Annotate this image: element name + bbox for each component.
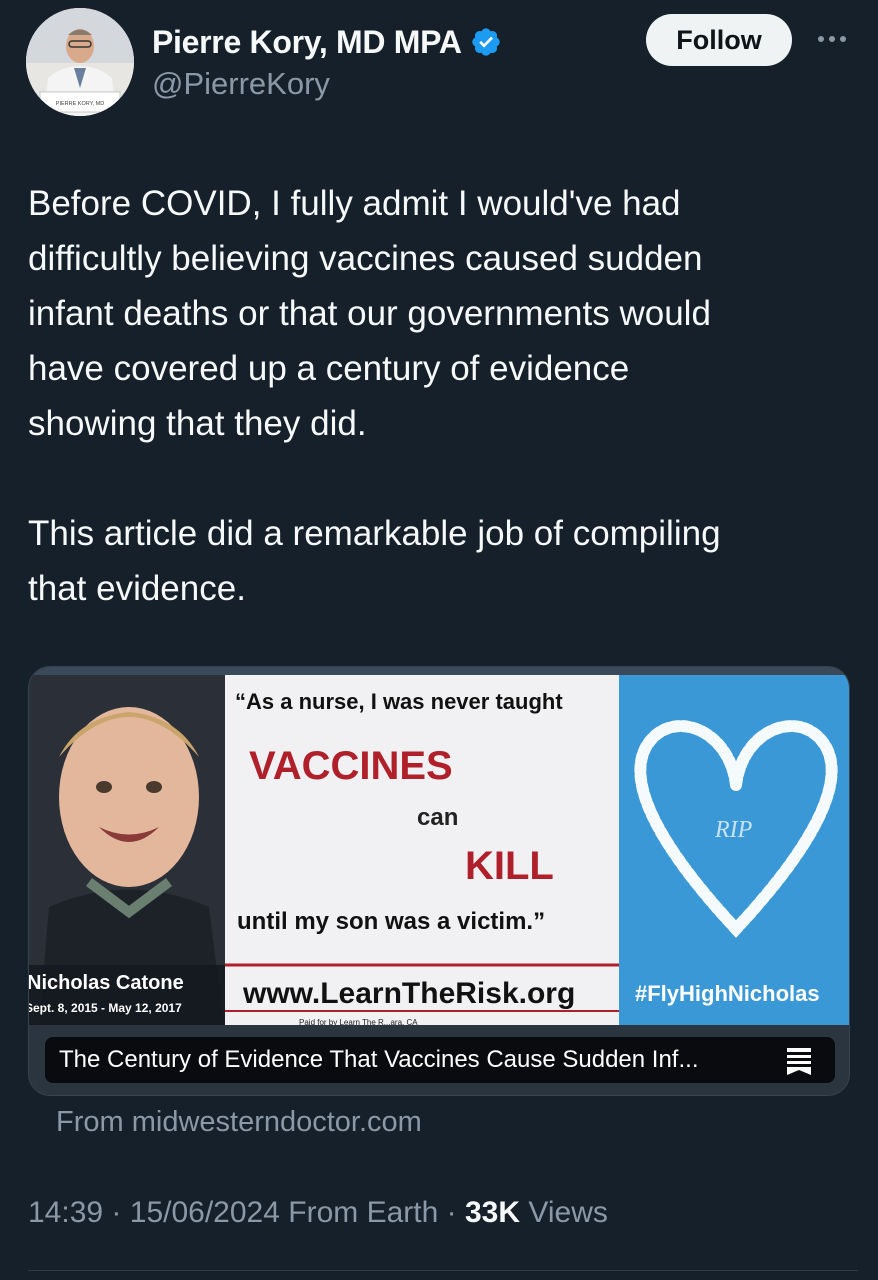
meta-separator: ·: [111, 1196, 122, 1229]
child-name-text: Nicholas Catone: [29, 972, 184, 994]
more-horizontal-icon[interactable]: [812, 24, 852, 54]
card-title[interactable]: The Century of Evidence That Vaccines Ca…: [59, 1046, 779, 1074]
meta-separator: ·: [446, 1196, 457, 1229]
tweet-location: From Earth: [288, 1196, 439, 1229]
card-billboard-image: Nicholas Catone Sept. 8, 2015 - May 12, …: [29, 667, 849, 1095]
author-display-name[interactable]: Pierre Kory, MD MPA: [152, 24, 462, 61]
avatar-photo: PIERRE KORY, MD: [26, 8, 134, 116]
billboard-rip: RIP: [714, 817, 753, 843]
card-source-domain[interactable]: From midwesterndoctor.com: [56, 1106, 422, 1139]
tweet-time[interactable]: 14:39: [28, 1196, 103, 1229]
billboard-quote-line2: until my son was a victim.”: [237, 908, 545, 935]
author-avatar[interactable]: PIERRE KORY, MD: [26, 8, 134, 116]
billboard-vaccines: VACCINES: [249, 744, 453, 788]
divider: [28, 1270, 858, 1271]
card-title-bar[interactable]: The Century of Evidence That Vaccines Ca…: [45, 1037, 835, 1083]
author-handle[interactable]: @PierreKory: [152, 66, 330, 102]
verified-badge-icon: [471, 28, 500, 56]
tweet-date[interactable]: 15/06/2024: [130, 1196, 280, 1229]
tweet-paragraph: Before COVID, I fully admit I would've h…: [28, 184, 711, 443]
follow-button[interactable]: Follow: [646, 14, 792, 66]
views-count: 33K: [464, 1196, 521, 1229]
child-dates-text: Sept. 8, 2015 - May 12, 2017: [29, 1001, 182, 1015]
tweet-meta: 14:39 · 15/06/2024 From Earth · 33K View…: [28, 1196, 608, 1230]
billboard-hashtag: #FlyHighNicholas: [635, 981, 820, 1006]
link-card[interactable]: Nicholas Catone Sept. 8, 2015 - May 12, …: [28, 666, 850, 1096]
billboard-kill: KILL: [465, 844, 554, 888]
billboard-can: can: [417, 804, 458, 831]
billboard-quote-line1: “As a nurse, I was never taught: [235, 689, 563, 714]
author-name-row[interactable]: Pierre Kory, MD MPA: [152, 22, 502, 62]
views-label: Views: [528, 1196, 608, 1229]
article-icon: [787, 1048, 811, 1075]
avatar-nameplate-text: PIERRE KORY, MD: [56, 101, 104, 107]
tweet-paragraph: This article did a remarkable job of com…: [28, 514, 721, 608]
billboard-url: www.LearnTheRisk.org: [242, 977, 575, 1010]
tweet-text: Before COVID, I fully admit I would've h…: [28, 176, 858, 616]
